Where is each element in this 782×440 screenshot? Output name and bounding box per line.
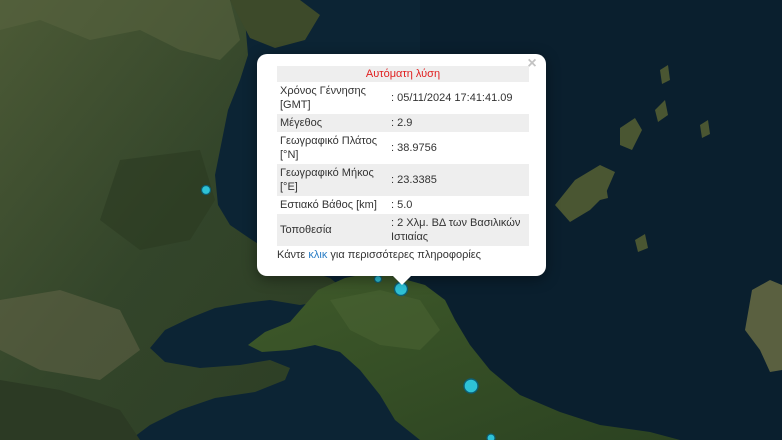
latitude-label: Γεωγραφικό Πλάτος [°N] bbox=[280, 135, 378, 161]
longitude-label: Γεωγραφικό Μήκος [°E] bbox=[277, 164, 388, 196]
magnitude-value: : 2.9 bbox=[388, 114, 529, 132]
popup-pointer bbox=[392, 275, 412, 285]
popup-title: Αυτόματη λύση bbox=[277, 66, 529, 82]
depth-label: Εστιακό Βάθος [km] bbox=[280, 199, 377, 211]
popup-close-button[interactable]: × bbox=[524, 56, 540, 72]
depth-value: : 5.0 bbox=[391, 199, 413, 211]
more-info-prefix: Κάντε bbox=[277, 249, 309, 261]
earthquake-details-table: Αυτόματη λύση Χρόνος Γέννησης [GMT] : 05… bbox=[277, 66, 529, 246]
longitude-value: : 23.3385 bbox=[388, 164, 529, 196]
origin-time-value: : 05/11/2024 17:41:41.09 bbox=[391, 92, 513, 104]
latitude-value: : 38.9756 bbox=[391, 142, 437, 154]
location-value: : 2 Χλμ. ΒΔ των Βασιλικών Ιστιαίας bbox=[388, 214, 529, 246]
earthquake-marker[interactable] bbox=[373, 274, 383, 284]
magnitude-label: Μέγεθος bbox=[277, 114, 388, 132]
more-info-line: Κάντε κλικ για περισσότερες πληροφορίες bbox=[277, 249, 528, 261]
earthquake-marker[interactable] bbox=[486, 433, 496, 440]
earthquake-marker[interactable] bbox=[463, 378, 479, 394]
origin-time-label: Χρόνος Γέννησης [GMT] bbox=[280, 85, 366, 111]
more-info-suffix: για περισσότερες πληροφορίες bbox=[327, 249, 481, 261]
location-label: Τοποθεσία bbox=[277, 214, 388, 246]
earthquake-marker[interactable] bbox=[200, 184, 212, 196]
more-info-link[interactable]: κλικ bbox=[308, 249, 327, 261]
earthquake-info-popup: × Αυτόματη λύση Χρόνος Γέννησης [GMT] : … bbox=[257, 54, 546, 276]
